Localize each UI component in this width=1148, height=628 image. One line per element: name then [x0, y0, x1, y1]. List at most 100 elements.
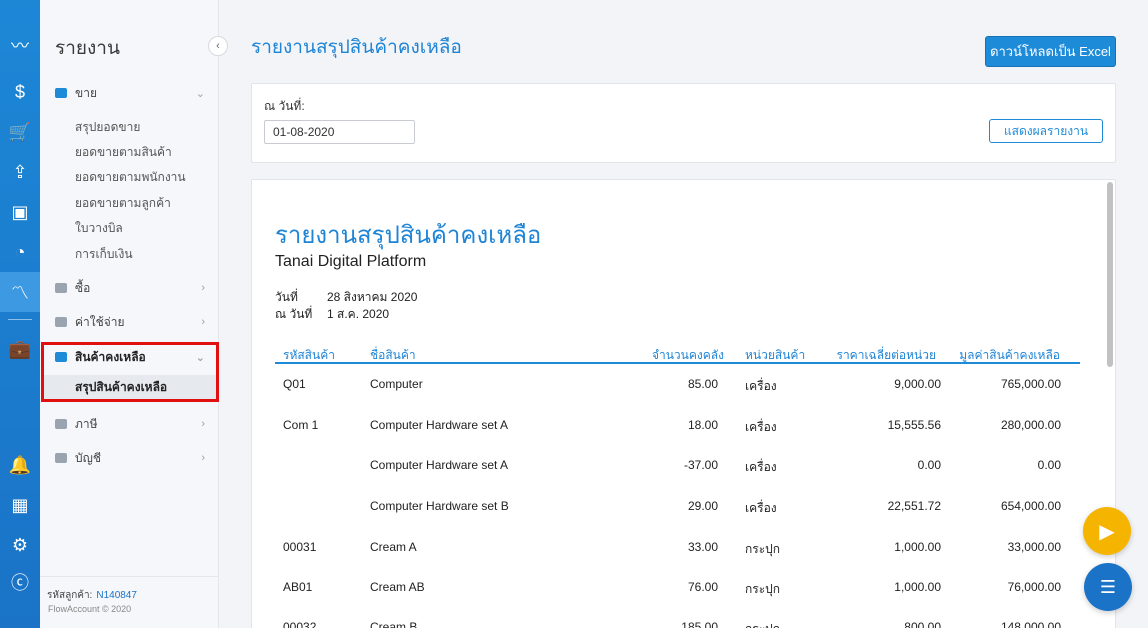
trend-icon[interactable]: 〰 — [0, 25, 40, 65]
cell-code: 00031 — [283, 540, 317, 554]
sidebar-group-expense[interactable]: ค่าใช้จ่าย › — [40, 310, 219, 334]
folder-icon — [55, 88, 67, 98]
cell-name: Computer Hardware set A — [370, 418, 509, 432]
sidebar-title: รายงาน — [55, 38, 120, 59]
folder-icon — [55, 317, 67, 327]
apps-icon[interactable]: ▦ — [0, 485, 40, 525]
cell-name: Cream B — [370, 620, 418, 628]
sidebar-footer-divider — [40, 576, 219, 577]
date-label: ณ วันที่: — [264, 99, 305, 113]
rail-divider — [8, 319, 32, 320]
chevron-right-icon: › — [201, 452, 205, 464]
logo-icon[interactable]: ⓒ — [0, 562, 40, 602]
cell-qty: 18.00 — [687, 418, 718, 432]
cell-unit: เครื่อง — [745, 501, 777, 515]
sidebar-group-label: ขาย — [75, 85, 97, 100]
page-title: รายงานสรุปสินค้าคงเหลือ — [251, 37, 462, 58]
cell-avg: 1,000.00 — [894, 580, 941, 594]
cell-value: 654,000.00 — [1000, 499, 1061, 513]
chevron-right-icon: › — [201, 316, 205, 328]
sidebar-group-purchase[interactable]: ซื้อ › — [40, 276, 219, 300]
sidebar-group-label: ภาษี — [75, 416, 98, 431]
cell-avg: 22,551.72 — [887, 499, 941, 513]
scrollbar[interactable] — [1107, 182, 1113, 367]
report-asof-label: ณ วันที่ — [275, 307, 313, 321]
sidebar-group-label: ค่าใช้จ่าย — [75, 314, 125, 329]
sidebar-item-billing-note[interactable]: ใบวางบิล — [75, 219, 123, 238]
cell-value: 765,000.00 — [1000, 377, 1061, 391]
folder-icon — [55, 283, 67, 293]
cell-code: Com 1 — [283, 418, 319, 432]
sidebar-group-sales[interactable]: ขาย ⌄ — [40, 81, 219, 105]
cell-unit: กระปุก — [745, 620, 780, 628]
cell-unit: เครื่อง — [745, 420, 777, 434]
gauge-icon[interactable]: ◔ — [0, 232, 40, 272]
collapse-sidebar-button[interactable]: ‹ — [208, 36, 228, 56]
sidebar-group-label: บัญชี — [75, 450, 101, 465]
briefcase-icon[interactable]: 💼 — [0, 329, 40, 369]
sidebar-item-sales-by-employee[interactable]: ยอดขายตามพนักงาน — [75, 168, 186, 187]
cell-name: Cream A — [370, 540, 417, 554]
report-icon[interactable]: 〽 — [0, 272, 40, 312]
report-asof-value: 1 ส.ค. 2020 — [327, 307, 390, 321]
report-title: รายงานสรุปสินค้าคงเหลือ — [275, 222, 542, 249]
header-divider — [275, 362, 1080, 364]
customer-code-value: N140847 — [96, 590, 137, 601]
cell-value: 76,000.00 — [1007, 580, 1061, 594]
cell-qty: 29.00 — [687, 499, 718, 513]
highlight-annotation — [41, 342, 219, 402]
folder-icon — [55, 453, 67, 463]
copyright: FlowAccount © 2020 — [48, 604, 132, 614]
cell-name: Computer — [370, 377, 423, 391]
box-icon[interactable]: ▣ — [0, 192, 40, 232]
cell-code: Q01 — [283, 377, 306, 391]
customer-code-label: รหัสลูกค้า: — [47, 590, 93, 601]
show-report-button[interactable]: แสดงผลรายงาน — [989, 119, 1103, 143]
cell-qty: -37.00 — [683, 458, 718, 472]
chat-button[interactable]: ☰ — [1084, 563, 1132, 611]
download-excel-button[interactable]: ดาวน์โหลดเป็น Excel — [985, 36, 1116, 67]
play-icon: ▶ — [1099, 520, 1115, 543]
play-button[interactable]: ▶ — [1083, 507, 1131, 555]
upload-icon[interactable]: ⇪ — [0, 152, 40, 192]
cell-avg: 1,000.00 — [894, 540, 941, 554]
cell-avg: 15,555.56 — [887, 418, 941, 432]
cell-qty: 185.00 — [681, 620, 718, 628]
cell-unit: กระปุก — [745, 582, 781, 596]
cart-icon[interactable]: 🛒 — [0, 112, 40, 152]
icon-rail: 〰 $ 🛒 ⇪ ▣ ◔ 〽 💼 🔔 ▦ ⚙ ⓒ — [0, 0, 40, 628]
cell-unit: เครื่อง — [745, 379, 777, 393]
cell-qty: 76.00 — [687, 580, 718, 594]
cell-value: 148,000.00 — [1000, 620, 1061, 628]
chevron-right-icon: › — [201, 282, 205, 294]
dollar-icon[interactable]: $ — [0, 72, 40, 112]
chevron-right-icon: › — [201, 418, 205, 430]
cell-value: 280,000.00 — [1000, 418, 1061, 432]
cell-code: 00032 — [283, 620, 317, 628]
sidebar-item-sales-summary[interactable]: สรุปยอดขาย — [75, 118, 140, 137]
sidebar-group-account[interactable]: บัญชี › — [40, 446, 219, 470]
cell-code: AB01 — [283, 580, 313, 594]
cell-unit: เครื่อง — [745, 460, 777, 474]
report-sidebar: รายงาน ขาย ⌄ สรุปยอดขาย ยอดขายตามสินค้า … — [40, 0, 219, 628]
sidebar-group-tax[interactable]: ภาษี › — [40, 412, 219, 436]
date-field[interactable]: 01-08-2020 — [264, 120, 415, 144]
sidebar-item-collection[interactable]: การเก็บเงิน — [75, 245, 133, 264]
folder-icon — [55, 419, 67, 429]
sidebar-group-label: ซื้อ — [75, 280, 91, 295]
chat-icon: ☰ — [1099, 576, 1117, 597]
bell-icon[interactable]: 🔔 — [0, 445, 40, 485]
cell-name: Computer Hardware set A — [370, 458, 509, 472]
report-company: Tanai Digital Platform — [275, 253, 427, 270]
cell-name: Computer Hardware set B — [370, 499, 509, 513]
cell-value: 0.00 — [1037, 458, 1061, 472]
chevron-down-icon: ⌄ — [195, 87, 205, 100]
cell-avg: 9,000.00 — [894, 377, 941, 391]
cell-value: 33,000.00 — [1007, 540, 1061, 554]
cell-qty: 33.00 — [687, 540, 718, 554]
chevron-left-icon: ‹ — [216, 40, 220, 52]
cell-avg: 0.00 — [917, 458, 941, 472]
sidebar-item-sales-by-customer[interactable]: ยอดขายตามลูกค้า — [75, 194, 171, 213]
gear-icon[interactable]: ⚙ — [0, 525, 40, 565]
sidebar-item-sales-by-product[interactable]: ยอดขายตามสินค้า — [75, 143, 172, 162]
